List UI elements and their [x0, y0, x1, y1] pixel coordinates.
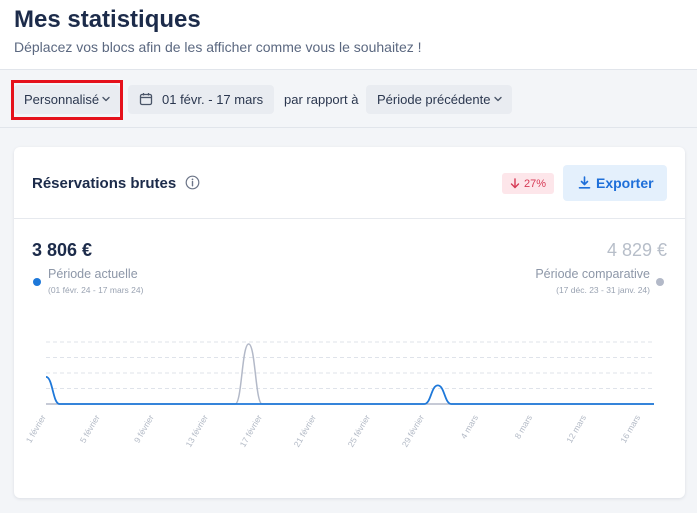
chevron-down-icon [102, 96, 110, 102]
series-line-comparison [45, 343, 654, 405]
x-tick-label: 13 février [183, 413, 209, 449]
x-tick-label: 21 février [292, 413, 318, 449]
chevron-down-icon [494, 96, 502, 102]
export-button[interactable]: Exporter [563, 165, 667, 201]
x-tick-label: 12 mars [564, 413, 588, 445]
gross-bookings-chart: 1 février 5 février 9 février 13 février 17 … [24, 341, 654, 449]
comparison-period-label: Période comparative [535, 267, 650, 281]
compare-select-value: Période précédente [377, 92, 491, 107]
series-line-current [45, 375, 654, 405]
current-period-value: 3 806 € [32, 240, 93, 260]
current-period-label: Période actuelle [48, 267, 138, 281]
stat-card-gross-bookings[interactable]: Réservations brutes 27% Exporter 3 806 €… [14, 147, 685, 498]
arrow-down-icon [510, 178, 520, 189]
download-icon [578, 176, 591, 189]
current-period-range: (01 févr. 24 - 17 mars 24) [48, 285, 144, 295]
x-tick-label: 25 février [346, 413, 372, 449]
date-range-picker[interactable]: 01 févr. - 17 mars [128, 85, 274, 114]
period-select[interactable]: Personnalisé [14, 85, 120, 114]
x-tick-label: 1 février [24, 413, 48, 445]
x-tick-label: 17 février [238, 413, 264, 449]
delta-badge: 27% [502, 173, 554, 194]
current-period-legend-dot [33, 278, 41, 286]
page-header: Mes statistiques Déplacez vos blocs afin… [0, 0, 697, 70]
x-tick-label: 4 mars [458, 413, 480, 441]
x-tick-label: 9 février [132, 413, 156, 445]
card-title: Réservations brutes [32, 175, 177, 192]
export-label: Exporter [596, 175, 654, 191]
comparison-period-range: (17 déc. 23 - 31 janv. 24) [556, 285, 650, 295]
x-tick-label: 8 mars [512, 413, 534, 441]
compare-select[interactable]: Période précédente [366, 85, 512, 114]
card-header: Réservations brutes 27% Exporter [14, 147, 685, 219]
comparison-period-value: 4 829 € [606, 240, 667, 260]
period-select-value: Personnalisé [24, 92, 100, 107]
date-range-value: 01 févr. - 17 mars [162, 92, 264, 107]
compare-label: par rapport à [284, 92, 359, 107]
x-tick-label: 5 février [78, 413, 102, 445]
filter-bar: Personnalisé 01 févr. - 17 mars par rapp… [0, 71, 697, 128]
comparison-period-legend-dot [656, 278, 664, 286]
page-subtitle: Déplacez vos blocs afin de les afficher … [14, 39, 422, 55]
delta-value: 27% [524, 177, 547, 190]
calendar-icon [139, 93, 153, 106]
x-tick-label: 16 mars [618, 413, 642, 445]
page-title: Mes statistiques [14, 6, 201, 33]
x-tick-label: 29 février [400, 413, 426, 449]
info-icon[interactable] [185, 175, 200, 190]
